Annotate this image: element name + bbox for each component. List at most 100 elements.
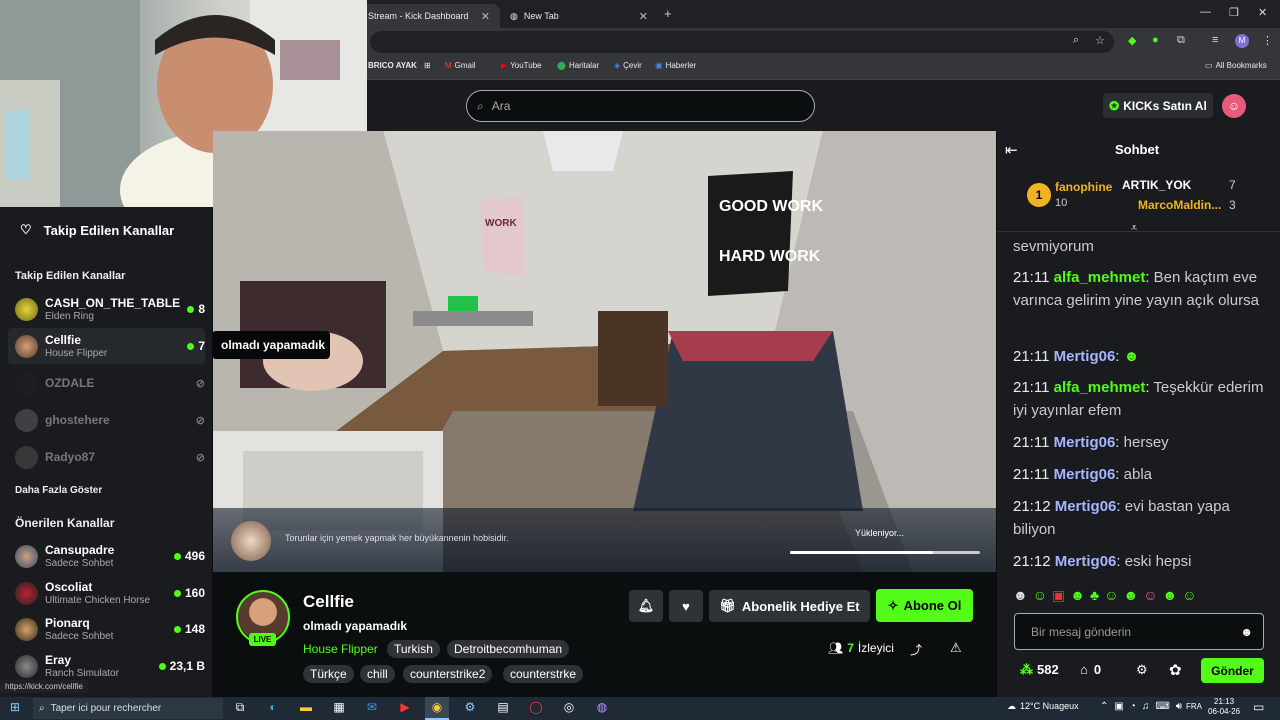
notification-icon[interactable]: ▭ (1253, 700, 1264, 714)
share-icon[interactable]: ⤴ (910, 641, 922, 658)
apps-icon[interactable]: ⊞ (424, 61, 431, 70)
tag[interactable]: counterstrke (503, 665, 584, 683)
message-user[interactable]: Mertig06 (1054, 466, 1116, 483)
file-explorer-icon[interactable]: ▬ (296, 700, 316, 714)
video-player[interactable]: GOOD WORK HARD WORK WORK (213, 131, 996, 572)
sidebar-item-cellfie[interactable]: Cellfie House Flipper 7 (15, 329, 205, 363)
emote-icon[interactable]: ☺ (1033, 587, 1047, 609)
gifter-name[interactable]: ARTIK_YOK (1122, 178, 1191, 192)
maximize-icon[interactable]: ❐ (1229, 6, 1239, 19)
zoom-icon[interactable]: ⌕ (1073, 34, 1079, 47)
new-tab-button[interactable]: + (664, 6, 672, 21)
sidebar-item-eray[interactable]: Eray Ranch Simulator 23,1 B (15, 649, 205, 683)
gifter-name[interactable]: fanophine (1055, 180, 1112, 194)
tab-new-tab[interactable]: ◍ New Tab ✕ (500, 4, 658, 28)
emote-icon[interactable]: ☻ (1123, 587, 1138, 609)
close-window-icon[interactable]: ✕ (1258, 6, 1267, 19)
steam-icon[interactable]: ⚙ (460, 700, 480, 714)
tag[interactable]: Turkish (387, 640, 440, 658)
bookmark-maps[interactable]: ⬤ Haritalar (557, 61, 599, 70)
emote-icon[interactable]: ☺ (1182, 587, 1196, 609)
category-link[interactable]: House Flipper (303, 642, 378, 656)
search-input[interactable]: ⌕ Ara (466, 90, 815, 122)
message-user[interactable]: Mertig06 (1054, 434, 1116, 451)
clock[interactable]: 21:13 06-04-26 (1208, 697, 1240, 717)
gift-subscription-button[interactable]: 🎁︎ Abonelik Hediye Et (709, 590, 870, 622)
close-icon[interactable]: ✕ (481, 10, 490, 23)
app-icon[interactable]: ▤ (493, 700, 513, 714)
emote-icon[interactable]: ☺ (1104, 587, 1118, 609)
send-button[interactable]: Gönder (1201, 658, 1264, 683)
buy-kicks-button[interactable]: ✪ KICKs Satın Al (1103, 93, 1213, 118)
message-user[interactable]: Mertig06 (1055, 498, 1117, 515)
profile-avatar[interactable]: M (1235, 34, 1249, 48)
tag[interactable]: Detroitbecomhuman (447, 640, 570, 658)
address-bar[interactable] (370, 31, 1114, 53)
emoji-icon[interactable]: ☻ (1240, 625, 1253, 639)
sidebar-item-ozdale[interactable]: OZDALE ⊘ (15, 366, 205, 400)
sidebar-item-ghostehere[interactable]: ghostehere ⊘ (15, 403, 205, 437)
message-user[interactable]: alfa_mehmet (1054, 269, 1146, 286)
store-icon[interactable]: ▦ (329, 700, 349, 714)
star-icon[interactable]: ☆ (1095, 34, 1105, 47)
report-icon[interactable]: ⚠ (950, 640, 962, 656)
bookmark-news[interactable]: ▣ Haberler (655, 61, 696, 70)
chat-input[interactable]: Bir mesaj gönderin ☻ (1014, 613, 1264, 650)
sidebar-item-pionarq[interactable]: Pionarq Sadece Sohbet 148 (15, 612, 205, 646)
language-indicator[interactable]: FRA (1186, 702, 1202, 711)
emote-icon[interactable]: ▣ (1052, 587, 1065, 609)
opera-icon[interactable]: ◯ (526, 700, 546, 714)
mail-icon[interactable]: ✉ (362, 700, 382, 714)
message-user[interactable]: Mertig06 (1055, 553, 1117, 570)
tag[interactable]: counterstrike2 (403, 665, 493, 683)
show-more-link[interactable]: Daha Fazla Göster (15, 485, 102, 496)
extension-icon[interactable]: ◆ (1128, 34, 1136, 47)
emote-icon[interactable]: ♣ (1090, 587, 1099, 609)
task-view-icon[interactable]: ⧉ (230, 700, 250, 715)
bookmark-translate[interactable]: ◈ Çevir (614, 61, 642, 70)
bookmark-brico[interactable]: BRICO AYAK (368, 61, 417, 70)
gift-count[interactable]: ⌂ 0 (1080, 662, 1101, 677)
emote-icon[interactable]: ☻ (1070, 587, 1085, 609)
sidebar-item-cash-on-the-table[interactable]: CASH_ON_THE_TABLE Elden Ring 8 (15, 292, 205, 326)
tag[interactable]: Türkçe (303, 665, 354, 683)
channel-name[interactable]: Cellfie (303, 592, 354, 612)
expand-icon[interactable]: ⩡ (1131, 222, 1137, 235)
bookmark-gmail[interactable]: M Gmail (445, 61, 476, 70)
tag[interactable]: chill (360, 665, 395, 683)
taskbar-search[interactable]: ⌕ Taper ici pour rechercher (33, 698, 223, 719)
close-icon[interactable]: ✕ (639, 10, 648, 23)
channel-points[interactable]: ⁂ 582 (1020, 662, 1059, 678)
weather-widget[interactable]: ☁ 12°C Nuageux (1007, 701, 1079, 712)
sidebar-item-radyo87[interactable]: Radyo87 ⊘ (15, 440, 205, 474)
emote-icon[interactable]: ☺ (1143, 587, 1157, 609)
settings-icon[interactable]: ⚙ (1136, 662, 1148, 678)
app-icon[interactable]: ◍ (592, 700, 612, 714)
tab-kick-dashboard[interactable]: Stream - Kick Dashboard ✕ (358, 4, 500, 28)
emote-picker-icon[interactable]: ✿ (1169, 661, 1182, 679)
chrome-icon[interactable]: ◉ (427, 700, 447, 714)
bookmark-youtube[interactable]: ▶ YouTube (501, 61, 542, 70)
emote-icon[interactable]: ☻ (1163, 587, 1178, 609)
gifter-name[interactable]: MarcoMaldin... (1138, 198, 1221, 212)
minimize-icon[interactable]: — (1200, 6, 1211, 18)
emote-icon[interactable]: ☻ (1013, 587, 1028, 609)
menu-icon[interactable]: ⋮ (1262, 34, 1273, 47)
follow-button[interactable]: ♥ (669, 590, 703, 622)
sidebar-item-oscoliat[interactable]: Oscoliat Ultimate Chicken Horse 160 (15, 576, 205, 610)
windows-start-icon[interactable]: ⊞ (10, 700, 20, 714)
tray-icons[interactable]: ⌃▣◔♫⌨🔊︎ (1100, 701, 1188, 712)
notification-bell-button[interactable]: 🔔︎ (629, 590, 663, 622)
extension-icon[interactable]: ● (1152, 34, 1159, 46)
youtube-icon[interactable]: ▶ (395, 700, 415, 714)
message-user[interactable]: alfa_mehmet (1054, 379, 1146, 396)
obs-icon[interactable]: ◎ (559, 700, 579, 714)
collapse-chat-icon[interactable]: ⇤ (1005, 141, 1018, 159)
user-avatar[interactable]: ☺ (1222, 94, 1246, 118)
edge-icon[interactable]: ◐ (263, 700, 283, 714)
puzzle-icon[interactable]: ⧉ (1177, 34, 1185, 47)
subscribe-button[interactable]: ✧ Abone Ol (876, 589, 973, 622)
sidebar-item-cansupadre[interactable]: Cansupadre Sadece Sohbet 496 (15, 539, 205, 573)
message-user[interactable]: Mertig06 (1054, 348, 1116, 365)
all-bookmarks[interactable]: ▭ All Bookmarks (1205, 61, 1267, 70)
